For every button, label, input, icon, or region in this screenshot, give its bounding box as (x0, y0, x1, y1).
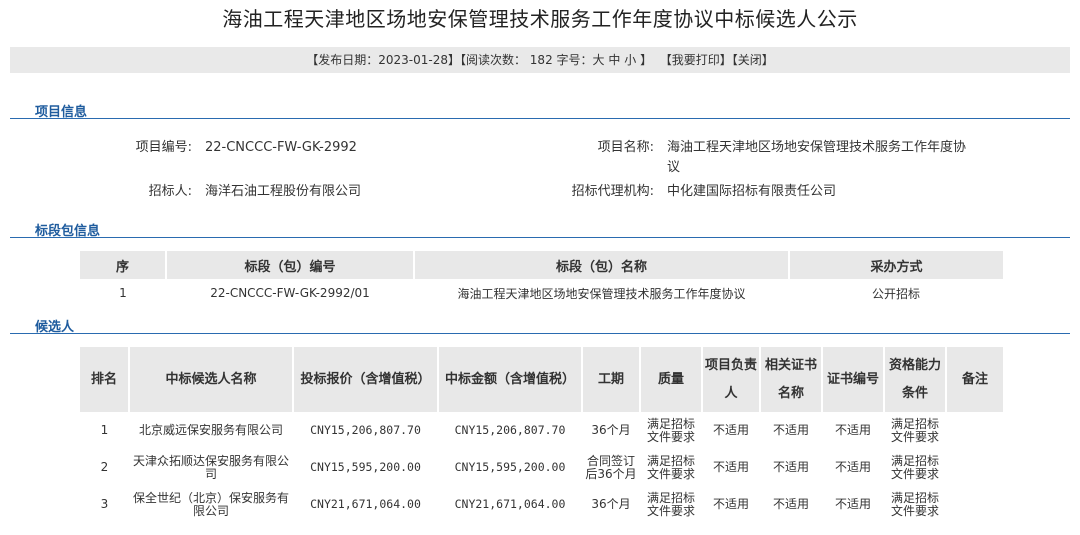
cand-header-manager: 项目负责人 (702, 347, 761, 412)
section-package: 标段包信息 (10, 220, 1070, 239)
section-candidate: 候选人 (10, 316, 1070, 335)
project-number-value: 22-CNCCC-FW-GK-2992 (205, 140, 357, 155)
project-name-value: 海油工程天津地区场地安保管理技术服务工作年度协议 (667, 140, 967, 175)
cand-header-award: 中标金额（含增值税） (438, 347, 583, 412)
cand-header-rank: 排名 (80, 347, 130, 412)
cand-cell-award: CNY15,206,807.70 (454, 423, 566, 437)
cand-cell-rank: 1 (100, 423, 109, 437)
font-small-link[interactable]: 小 (624, 53, 636, 67)
project-number-label: 项目编号: (135, 140, 192, 155)
cand-cell-rank: 3 (100, 497, 109, 511)
cand-cell-rank: 2 (100, 460, 109, 474)
cand-cell-cert-no: 不适用 (834, 497, 871, 511)
pkg-header-seq: 序 (80, 251, 167, 279)
info-bar: 【发布日期：2023-01-28】【阅读次数： 182 字号：大 中 小 】 【… (10, 47, 1070, 73)
pkg-header-number: 标段（包）编号 (166, 251, 415, 279)
section-project-title: 项目信息 (35, 105, 88, 120)
cand-header-period: 工期 (582, 347, 641, 412)
cand-header-bid: 投标报价（含增值税） (293, 347, 439, 412)
publish-date: 【发布日期：2023-01-28】 (306, 53, 460, 67)
cand-cell-quality: 满足招标文件要求 (646, 453, 695, 481)
tenderer-value: 海洋石油工程股份有限公司 (205, 184, 362, 199)
cand-cell-cert-no: 不适用 (834, 460, 871, 474)
cand-cell-remark (946, 412, 1003, 449)
cand-cell-award: CNY21,671,064.00 (454, 497, 566, 511)
cand-cell-manager: 不适用 (712, 497, 749, 511)
page-title: 海油工程天津地区场地安保管理技术服务工作年度协议中标候选人公示 (222, 7, 858, 31)
cand-cell-manager: 不适用 (712, 460, 749, 474)
cand-header-remark: 备注 (946, 347, 1003, 412)
cand-cell-remark (946, 449, 1003, 486)
table-row: 1 北京威远保安服务有限公司 CNY15,206,807.70 CNY15,206,8… (80, 412, 1003, 449)
cand-header-quality: 质量 (640, 347, 703, 412)
package-table-header: 序 标段（包）编号 标段（包）名称 采办方式 (80, 251, 1003, 279)
close-link[interactable]: 【关闭】 (732, 53, 774, 67)
cand-cell-qualification: 满足招标文件要求 (890, 416, 939, 444)
agency-value: 中化建国际招标有限责任公司 (667, 184, 837, 199)
cand-header-name: 中标候选人名称 (129, 347, 294, 412)
cand-cell-quality: 满足招标文件要求 (646, 490, 695, 518)
cand-header-cert-name: 相关证书名称 (760, 347, 823, 412)
cand-cell-cert-name: 不适用 (772, 460, 809, 474)
bracket-close: 】 (636, 53, 653, 67)
cand-cell-qualification: 满足招标文件要求 (890, 490, 939, 518)
cand-cell-name: 北京威远保安服务有限公司 (138, 423, 283, 437)
pkg-cell-number: 22-CNCCC-FW-GK-2992/01 (210, 286, 370, 300)
cand-cell-period: 36个月 (591, 423, 631, 437)
candidate-table-header: 排名 中标候选人名称 投标报价（含增值税） 中标金额（含增值税） 工期 质量 项… (80, 347, 1003, 412)
project-name-label: 项目名称: (597, 140, 654, 155)
cand-cell-period: 合同签订后36个月 (585, 453, 637, 481)
cand-cell-cert-name: 不适用 (772, 497, 809, 511)
project-info: 项目编号: 22-CNCCC-FW-GK-2992 项目名称: 海油工程天津地区… (0, 138, 1080, 199)
cand-cell-name: 天津众拓顺达保安服务有限公司 (132, 453, 289, 481)
font-large-link[interactable]: 大 (593, 53, 605, 67)
cand-cell-bid: CNY21,671,064.00 (310, 497, 421, 511)
cand-cell-cert-name: 不适用 (772, 423, 809, 437)
tenderer-label: 招标人: (148, 184, 192, 199)
cand-cell-manager: 不适用 (712, 423, 749, 437)
font-medium-link[interactable]: 中 (608, 53, 620, 67)
agency-label: 招标代理机构: (571, 184, 654, 199)
section-project: 项目信息 (10, 101, 1070, 120)
cand-cell-bid: CNY15,206,807.70 (310, 423, 421, 437)
table-row: 1 22-CNCCC-FW-GK-2992/01 海油工程天津地区场地安保管理技… (80, 279, 1003, 307)
section-candidate-title: 候选人 (35, 320, 75, 335)
pkg-cell-method: 公开招标 (871, 286, 920, 301)
cand-cell-name: 保全世纪（北京）保安服务有限公司 (132, 490, 289, 518)
print-link[interactable]: 【我要打印】 (660, 53, 732, 67)
pkg-header-method: 采办方式 (789, 251, 1003, 279)
cand-header-qualification: 资格能力条件 (884, 347, 947, 412)
section-package-title: 标段包信息 (35, 224, 101, 239)
cand-cell-remark (946, 486, 1003, 523)
candidate-table: 排名 中标候选人名称 投标报价（含增值税） 中标金额（含增值税） 工期 质量 项… (80, 347, 1003, 523)
pkg-cell-seq: 1 (119, 286, 127, 300)
read-count: 【阅读次数： 182 (459, 53, 557, 67)
cand-cell-qualification: 满足招标文件要求 (890, 453, 939, 481)
cand-cell-bid: CNY15,595,200.00 (310, 460, 421, 474)
cand-cell-cert-no: 不适用 (834, 423, 871, 437)
table-row: 2 天津众拓顺达保安服务有限公司 CNY15,595,200.00 CNY15,595… (80, 449, 1003, 486)
cand-header-cert-no: 证书编号 (822, 347, 885, 412)
cand-cell-award: CNY15,595,200.00 (454, 460, 566, 474)
pkg-header-name: 标段（包）名称 (414, 251, 790, 279)
cand-cell-quality: 满足招标文件要求 (646, 416, 695, 444)
font-size-label: 字号： (556, 53, 593, 67)
table-row: 3 保全世纪（北京）保安服务有限公司 CNY21,671,064.00 CNY21,6… (80, 486, 1003, 523)
cand-cell-period: 36个月 (591, 497, 631, 511)
pkg-cell-name: 海油工程天津地区场地安保管理技术服务工作年度协议 (457, 286, 746, 301)
package-table: 序 标段（包）编号 标段（包）名称 采办方式 1 22-CNCCC-FW-GK-… (80, 251, 1003, 307)
